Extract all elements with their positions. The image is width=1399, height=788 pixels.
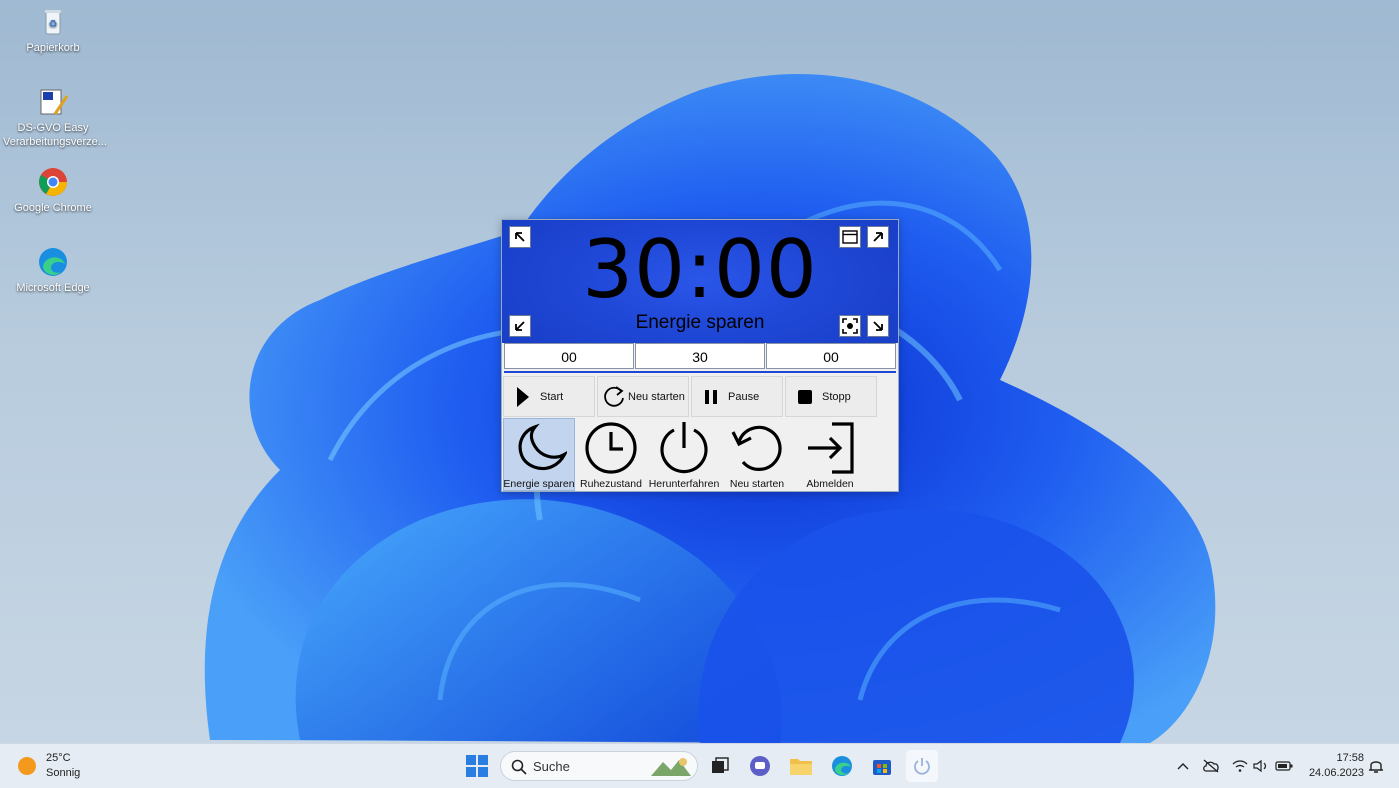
windows-logo-icon [466,755,488,777]
action-logout[interactable]: Abmelden [794,418,866,491]
pause-button-label: Pause [728,390,760,403]
taskbar: 25°C Sonnig Suche 17:58 24.06.2023 [0,743,1399,788]
shutdown-timer-taskbar-button[interactable] [906,750,938,782]
battery-button[interactable] [1275,757,1293,775]
action-label: Ruhezustand [580,478,642,490]
action-hibernate[interactable]: Ruhezustand [575,418,647,491]
action-restart[interactable]: Neu starten [721,418,793,491]
hours-input[interactable]: 00 [504,343,634,369]
edge-icon [832,756,852,776]
task-view-button[interactable] [704,750,736,782]
cloud-off-icon [1203,759,1219,773]
desktop-icon-ds-gvo[interactable]: DS-GVO Easy Verarbeitungsverze... [3,86,107,149]
desktop-icon-label: Google Chrome [14,202,92,214]
onedrive-status-button[interactable] [1202,757,1220,775]
system-clock[interactable]: 17:58 24.06.2023 [1300,751,1364,781]
weather-condition: Sonnig [46,767,81,779]
edge-icon [37,246,69,278]
action-selector: Energie sparen Ruhezustand Herunterfahre… [502,418,898,491]
pause-button[interactable]: Pause [691,376,783,417]
play-icon [512,386,534,408]
desktop-icon-label: DS-GVO Easy Verarbeitungsverze... [3,122,107,148]
taskbar-search[interactable]: Suche [500,751,698,781]
weather-widget[interactable]: 25°C Sonnig [18,751,80,781]
bell-icon [1369,761,1383,773]
restart-timer-label: Neu starten [628,390,685,403]
store-icon [873,760,891,775]
moon-icon [518,423,567,471]
stop-icon [794,386,816,408]
action-label: Neu starten [729,478,785,490]
clock-icon [585,422,637,474]
desktop-icon-edge[interactable]: Microsoft Edge [3,246,103,295]
pause-icon [700,386,722,408]
recycle-bin-icon: ♻ [37,6,69,38]
start-menu-button[interactable] [461,750,493,782]
refresh-icon [602,385,624,408]
teams-chat-button[interactable] [744,750,776,782]
action-shutdown[interactable]: Herunterfahren [648,418,720,491]
sun-icon [18,757,36,775]
shutdown-timer-window: 30:00 Energie sparen 00 30 00 Start Neu … [501,219,899,492]
battery-icon [1275,761,1293,771]
desktop-icon-chrome[interactable]: Google Chrome [3,166,103,215]
volume-button[interactable] [1252,757,1270,775]
logout-icon [808,422,854,474]
time-input-row: 00 30 00 [504,343,896,373]
selected-mode-label: Energie sparen [635,312,765,333]
action-label: Abmelden [806,478,854,490]
seconds-input[interactable]: 00 [766,343,896,369]
ds-gvo-app-icon [37,86,69,118]
control-toolbar: Start Neu starten Pause Stopp [502,376,898,418]
show-hidden-icons-button[interactable] [1174,757,1192,775]
store-button[interactable] [866,750,898,782]
task-view-icon [712,757,729,773]
start-button[interactable]: Start [503,376,595,417]
clock-time: 17:58 [1336,752,1364,764]
restart-timer-button[interactable]: Neu starten [597,376,689,417]
restart-icon [731,425,782,471]
stop-button-label: Stopp [822,390,851,403]
desktop: ♻ Papierkorb DS-GVO Easy Verarbeitungsve… [0,0,1399,743]
edge-taskbar-button[interactable] [826,750,858,782]
speaker-icon [1253,759,1267,773]
weather-temperature: 25°C [46,752,71,764]
notifications-button[interactable] [1367,757,1385,775]
network-button[interactable] [1231,757,1249,775]
minutes-input[interactable]: 30 [635,343,765,369]
file-explorer-button[interactable] [785,750,817,782]
countdown-display: 30:00 [582,223,818,316]
power-icon [914,758,930,775]
search-placeholder: Suche [533,759,570,774]
start-button-label: Start [540,390,564,403]
action-energy-saving[interactable]: Energie sparen [503,418,575,491]
action-label: Energie sparen [503,478,575,490]
chevron-up-icon [1177,763,1189,770]
clock-date: 24.06.2023 [1308,767,1364,779]
desktop-icon-label: Papierkorb [26,42,80,54]
action-label: Herunterfahren [648,478,720,490]
folder-icon [790,759,812,775]
chat-icon [750,756,770,776]
power-icon [660,422,708,474]
wifi-icon [1232,760,1248,772]
chrome-icon [37,166,69,198]
desktop-icon-recycle-bin[interactable]: ♻ Papierkorb [3,6,103,55]
svg-text:♻: ♻ [49,19,58,30]
desktop-icon-label: Microsoft Edge [16,282,90,294]
search-icon [511,759,527,775]
stop-button[interactable]: Stopp [785,376,877,417]
search-highlight-icon [651,758,691,776]
timer-display-panel: 30:00 Energie sparen [502,220,898,343]
